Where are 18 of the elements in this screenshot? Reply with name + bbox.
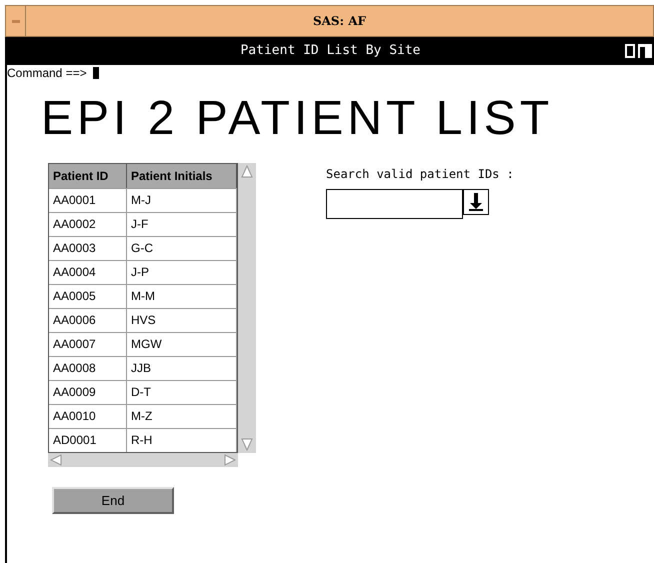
right-arrow-icon[interactable] <box>224 454 236 466</box>
column-header[interactable]: Patient ID <box>49 164 127 188</box>
column-header[interactable]: Patient Initials <box>127 164 237 188</box>
command-label: Command ==> <box>7 65 87 82</box>
search-label: Search valid patient IDs : <box>326 166 514 183</box>
banner-title: Patient ID List By Site <box>240 42 420 60</box>
dropdown-button[interactable] <box>463 189 489 215</box>
window-title: SAS: AF <box>312 13 368 30</box>
up-arrow-icon[interactable] <box>241 165 253 179</box>
page-heading: EPI 2 PATIENT LIST <box>41 91 554 147</box>
left-arrow-icon[interactable] <box>50 454 62 466</box>
down-arrow-icon <box>468 193 484 211</box>
down-arrow-icon[interactable] <box>241 437 253 451</box>
command-cursor[interactable] <box>92 67 99 79</box>
vertical-scrollbar[interactable] <box>238 163 256 453</box>
end-button[interactable]: End <box>52 487 174 514</box>
search-field[interactable] <box>326 189 463 219</box>
horizontal-scrollbar[interactable] <box>48 453 238 467</box>
